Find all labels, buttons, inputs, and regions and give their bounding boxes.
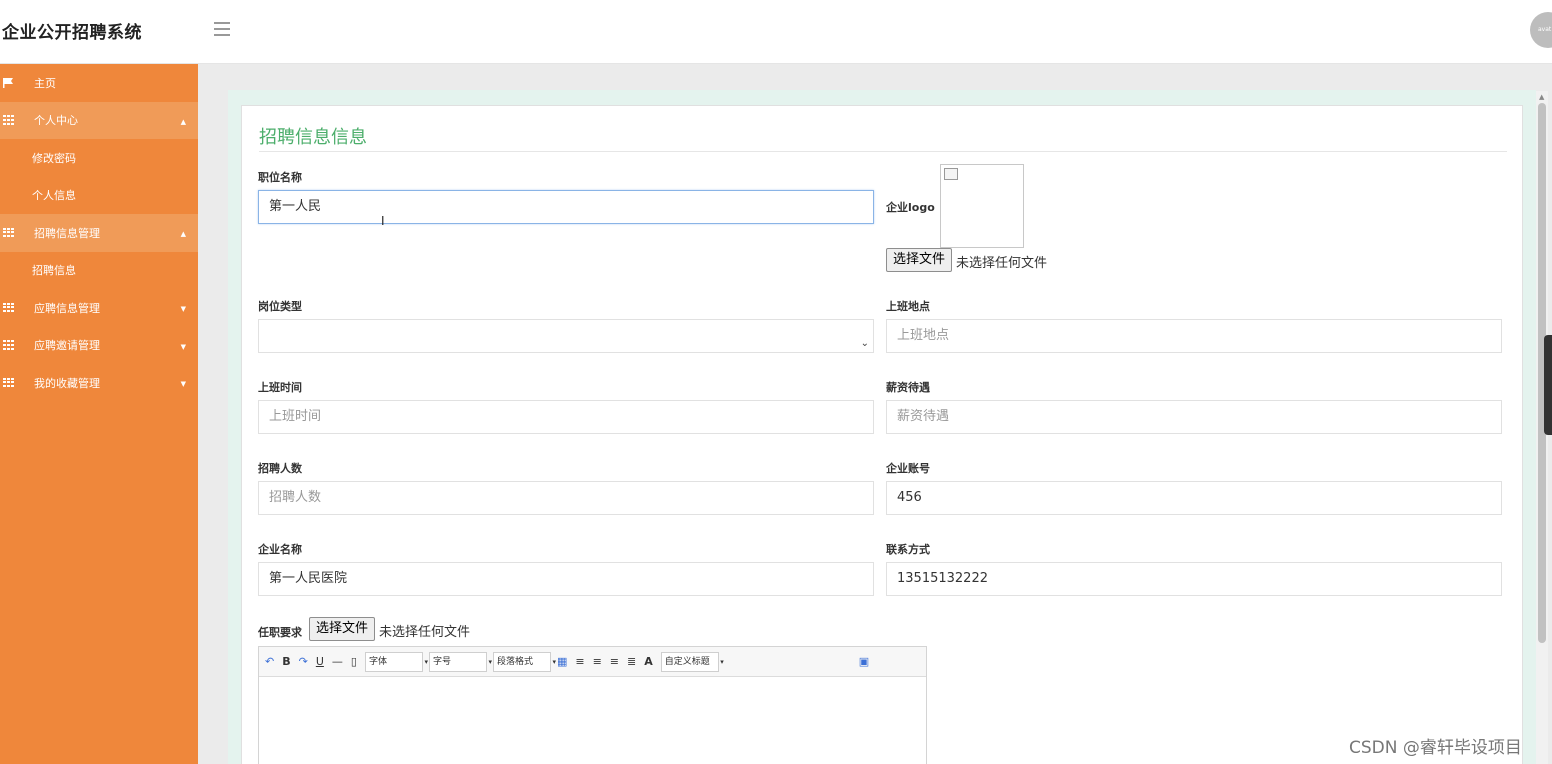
logo-preview bbox=[940, 164, 1024, 248]
size-select-value: 字号 bbox=[432, 656, 451, 667]
chevron-down-icon: ▼ bbox=[180, 380, 186, 388]
size-select[interactable]: 字号 ▾ bbox=[428, 651, 492, 672]
paragraph-select-value: 段落格式 bbox=[496, 656, 533, 667]
horizontal-rule-icon[interactable]: — bbox=[332, 655, 343, 668]
undo-icon[interactable]: ↶ bbox=[265, 655, 274, 668]
chevron-down-icon: ▼ bbox=[180, 342, 186, 351]
time-input[interactable]: 上班时间 bbox=[258, 400, 874, 434]
sidebar-item-personal-center[interactable]: 个人中心 ▲ bbox=[0, 101, 198, 139]
grid-icon bbox=[3, 340, 15, 350]
sidebar-item-label: 个人中心 bbox=[34, 114, 78, 128]
sidebar-item-favorite-mgmt[interactable]: 我的收藏管理 ▼ bbox=[0, 364, 198, 402]
bold-button[interactable]: B bbox=[282, 655, 290, 668]
grid-icon bbox=[3, 227, 15, 238]
font-color-button[interactable]: A bbox=[644, 655, 653, 668]
sidebar-item-home[interactable]: 主页 bbox=[0, 64, 198, 102]
logo-file-status: 未选择任何文件 bbox=[956, 256, 1048, 271]
sidebar: 主页 个人中心 ▲ 修改密码 个人信息 招聘信息管理 ▲ 招聘信息 应聘信息管理… bbox=[0, 64, 198, 764]
content-wrapper: 招聘信息信息 职位名称 第一人民 I 企业logo 选择文件 未选择任何文件 岗… bbox=[228, 90, 1536, 764]
align-justify-icon[interactable]: ≣ bbox=[627, 655, 636, 668]
redo-icon[interactable]: ↷ bbox=[299, 655, 308, 668]
chevron-up-icon: ▲ bbox=[180, 230, 186, 238]
editor-toolbar: ↶ B ↷ U — ▯ 字体 ▾ 字号 ▾ 段落格式 ▾ ▦ ≡ ≡ ≡ ≣ A 自定… bbox=[259, 647, 926, 677]
chevron-up-icon: ▲ bbox=[180, 117, 186, 126]
account-input[interactable]: 456 bbox=[886, 481, 1502, 515]
grid-icon bbox=[3, 377, 15, 388]
sidebar-item-invite-mgmt[interactable]: 应聘邀请管理 ▼ bbox=[0, 327, 198, 365]
sidebar-item-label: 主页 bbox=[34, 76, 56, 90]
page-title: 招聘信息信息 bbox=[259, 127, 367, 148]
sidebar-item-recruit-mgmt[interactable]: 招聘信息管理 ▲ bbox=[0, 214, 198, 252]
contact-label: 联系方式 bbox=[886, 543, 930, 556]
requirement-file-button[interactable]: 选择文件 bbox=[309, 617, 376, 641]
scroll-up-icon[interactable]: ▲ bbox=[1539, 93, 1544, 101]
requirement-label: 任职要求 bbox=[258, 626, 302, 639]
sidebar-item-apply-mgmt[interactable]: 应聘信息管理 ▼ bbox=[0, 289, 198, 327]
title-divider bbox=[259, 151, 1507, 152]
align-center-icon[interactable]: ≡ bbox=[593, 655, 602, 668]
rich-text-editor[interactable]: ↶ B ↷ U — ▯ 字体 ▾ 字号 ▾ 段落格式 ▾ ▦ ≡ ≡ ≡ ≣ A 自定… bbox=[258, 646, 927, 764]
sidebar-item-personal-info[interactable]: 个人信息 bbox=[0, 177, 198, 215]
logo-file-button[interactable]: 选择文件 bbox=[886, 248, 953, 272]
custom-title-value: 自定义标题 bbox=[664, 656, 710, 667]
location-label: 上班地点 bbox=[886, 300, 930, 313]
logo-label: 企业logo bbox=[886, 201, 935, 214]
sidebar-item-label: 应聘邀请管理 bbox=[34, 339, 100, 353]
sidebar-item-change-password[interactable]: 修改密码 bbox=[0, 139, 198, 177]
fullscreen-icon[interactable]: ▣ bbox=[859, 655, 869, 668]
grid-icon bbox=[3, 115, 15, 125]
chevron-down-icon: ▾ bbox=[720, 657, 724, 666]
text-cursor-icon: I bbox=[381, 214, 385, 228]
requirement-file-status: 未选择任何文件 bbox=[379, 625, 471, 640]
watermark: CSDN @睿轩毕设项目 bbox=[1349, 738, 1522, 758]
chevron-down-icon: ▼ bbox=[180, 305, 186, 313]
type-select[interactable]: ⌄ bbox=[258, 319, 874, 353]
sidebar-item-label: 我的收藏管理 bbox=[34, 376, 100, 390]
form-panel: 招聘信息信息 职位名称 第一人民 I 企业logo 选择文件 未选择任何文件 岗… bbox=[241, 105, 1523, 764]
sidebar-item-label: 应聘信息管理 bbox=[34, 301, 100, 315]
contact-input[interactable]: 13515132222 bbox=[886, 562, 1502, 596]
custom-title-select[interactable]: 自定义标题 ▾ bbox=[660, 651, 724, 672]
count-input[interactable]: 招聘人数 bbox=[258, 481, 874, 515]
align-right-icon[interactable]: ≡ bbox=[610, 655, 619, 668]
position-input[interactable]: 第一人民 I bbox=[258, 190, 874, 228]
time-label: 上班时间 bbox=[258, 381, 302, 394]
location-input[interactable]: 上班地点 bbox=[886, 319, 1502, 353]
broken-image-icon bbox=[944, 168, 958, 180]
table-icon[interactable]: ▦ bbox=[557, 655, 567, 668]
chevron-down-icon: ▾ bbox=[424, 657, 428, 666]
sidebar-item-label: 招聘信息管理 bbox=[34, 226, 100, 240]
chevron-down-icon: ▾ bbox=[488, 657, 492, 666]
chevron-down-icon: ▾ bbox=[552, 657, 556, 666]
menu-toggle-icon[interactable] bbox=[214, 22, 230, 36]
sidebar-item-recruit-info[interactable]: 招聘信息 bbox=[0, 252, 198, 290]
align-left-icon[interactable]: ≡ bbox=[575, 655, 584, 668]
document-icon[interactable]: ▯ bbox=[351, 655, 357, 668]
font-select-value: 字体 bbox=[368, 656, 387, 667]
flag-icon bbox=[3, 77, 13, 88]
salary-label: 薪资待遇 bbox=[886, 381, 930, 394]
app-title: 企业公开招聘系统 bbox=[2, 23, 142, 43]
chevron-down-icon: ⌄ bbox=[860, 338, 869, 349]
company-label: 企业名称 bbox=[258, 543, 302, 556]
paragraph-select[interactable]: 段落格式 ▾ bbox=[492, 651, 556, 672]
type-label: 岗位类型 bbox=[258, 300, 302, 313]
position-label: 职位名称 bbox=[258, 171, 302, 184]
main-content: 招聘信息信息 职位名称 第一人民 I 企业logo 选择文件 未选择任何文件 岗… bbox=[198, 64, 1552, 764]
company-input[interactable]: 第一人民医院 bbox=[258, 562, 874, 596]
salary-input[interactable]: 薪资待遇 bbox=[886, 400, 1502, 434]
grid-icon bbox=[3, 302, 15, 313]
avatar[interactable]: avat bbox=[1530, 12, 1552, 48]
top-bar: 企业公开招聘系统 avat bbox=[0, 0, 1552, 64]
count-label: 招聘人数 bbox=[258, 462, 302, 475]
account-label: 企业账号 bbox=[886, 462, 930, 475]
position-value: 第一人民 bbox=[269, 199, 322, 214]
font-select[interactable]: 字体 ▾ bbox=[364, 651, 428, 672]
side-tab[interactable] bbox=[1544, 335, 1552, 435]
underline-button[interactable]: U bbox=[316, 655, 324, 668]
